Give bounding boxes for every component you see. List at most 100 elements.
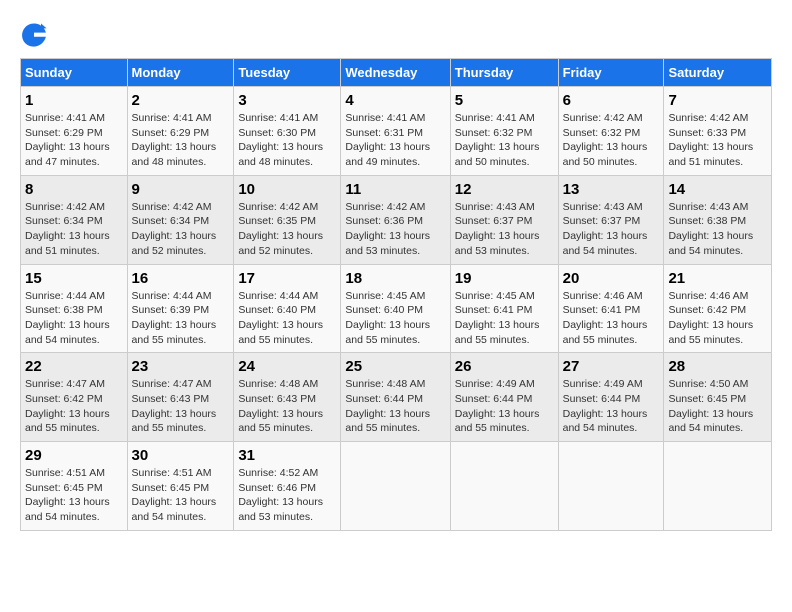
calendar-cell: 7 Sunrise: 4:42 AMSunset: 6:33 PMDaylight… bbox=[664, 87, 772, 176]
calendar-cell: 13 Sunrise: 4:43 AMSunset: 6:37 PMDayligh… bbox=[558, 175, 664, 264]
day-info: Sunrise: 4:42 AMSunset: 6:33 PMDaylight:… bbox=[668, 111, 767, 170]
calendar-cell: 5Sunrise: 4:41 AMSunset: 6:32 PMDaylight… bbox=[450, 87, 558, 176]
day-info: Sunrise: 4:47 AMSunset: 6:43 PMDaylight:… bbox=[132, 377, 230, 436]
calendar-cell: 26 Sunrise: 4:49 AMSunset: 6:44 PMDayligh… bbox=[450, 353, 558, 442]
day-info: Sunrise: 4:48 AMSunset: 6:43 PMDaylight:… bbox=[238, 377, 336, 436]
day-number: 30 bbox=[132, 447, 230, 464]
day-number: 15 bbox=[25, 270, 123, 287]
day-info: Sunrise: 4:42 AMSunset: 6:34 PMDaylight:… bbox=[25, 200, 123, 259]
day-info: Sunrise: 4:48 AMSunset: 6:44 PMDaylight:… bbox=[345, 377, 445, 436]
day-number: 21 bbox=[668, 270, 767, 287]
day-number: 24 bbox=[238, 358, 336, 375]
day-info: Sunrise: 4:45 AMSunset: 6:41 PMDaylight:… bbox=[455, 289, 554, 348]
day-info: Sunrise: 4:42 AMSunset: 6:32 PMDaylight:… bbox=[563, 111, 660, 170]
day-number: 2 bbox=[132, 92, 230, 109]
day-info: Sunrise: 4:42 AMSunset: 6:35 PMDaylight:… bbox=[238, 200, 336, 259]
day-info: Sunrise: 4:42 AMSunset: 6:34 PMDaylight:… bbox=[132, 200, 230, 259]
calendar-cell bbox=[664, 442, 772, 531]
day-number: 27 bbox=[563, 358, 660, 375]
day-number: 13 bbox=[563, 181, 660, 198]
logo bbox=[20, 20, 52, 48]
day-info: Sunrise: 4:49 AMSunset: 6:44 PMDaylight:… bbox=[563, 377, 660, 436]
calendar-cell: 21 Sunrise: 4:46 AMSunset: 6:42 PMDayligh… bbox=[664, 264, 772, 353]
day-info: Sunrise: 4:49 AMSunset: 6:44 PMDaylight:… bbox=[455, 377, 554, 436]
calendar-cell: 6 Sunrise: 4:42 AMSunset: 6:32 PMDaylight… bbox=[558, 87, 664, 176]
calendar-cell: 19 Sunrise: 4:45 AMSunset: 6:41 PMDayligh… bbox=[450, 264, 558, 353]
calendar-cell bbox=[341, 442, 450, 531]
day-number: 17 bbox=[238, 270, 336, 287]
day-info: Sunrise: 4:41 AMSunset: 6:32 PMDaylight:… bbox=[455, 111, 554, 170]
calendar-cell: 12 Sunrise: 4:43 AMSunset: 6:37 PMDayligh… bbox=[450, 175, 558, 264]
header-monday: Monday bbox=[127, 59, 234, 87]
header-tuesday: Tuesday bbox=[234, 59, 341, 87]
calendar-cell: 18 Sunrise: 4:45 AMSunset: 6:40 PMDayligh… bbox=[341, 264, 450, 353]
page-header bbox=[20, 20, 772, 48]
header-thursday: Thursday bbox=[450, 59, 558, 87]
day-number: 3 bbox=[238, 92, 336, 109]
calendar-cell: 17 Sunrise: 4:44 AMSunset: 6:40 PMDayligh… bbox=[234, 264, 341, 353]
day-info: Sunrise: 4:41 AMSunset: 6:31 PMDaylight:… bbox=[345, 111, 445, 170]
calendar-cell: 24 Sunrise: 4:48 AMSunset: 6:43 PMDayligh… bbox=[234, 353, 341, 442]
calendar-cell: 10Sunrise: 4:42 AMSunset: 6:35 PMDayligh… bbox=[234, 175, 341, 264]
calendar-table: SundayMondayTuesdayWednesdayThursdayFrid… bbox=[20, 58, 772, 531]
calendar-cell: 30 Sunrise: 4:51 AMSunset: 6:45 PMDayligh… bbox=[127, 442, 234, 531]
day-number: 14 bbox=[668, 181, 767, 198]
day-number: 18 bbox=[345, 270, 445, 287]
day-info: Sunrise: 4:41 AMSunset: 6:29 PMDaylight:… bbox=[25, 111, 123, 170]
calendar-cell: 3 Sunrise: 4:41 AMSunset: 6:30 PMDaylight… bbox=[234, 87, 341, 176]
calendar-week-5: 29 Sunrise: 4:51 AMSunset: 6:45 PMDayligh… bbox=[21, 442, 772, 531]
day-number: 25 bbox=[345, 358, 445, 375]
day-info: Sunrise: 4:50 AMSunset: 6:45 PMDaylight:… bbox=[668, 377, 767, 436]
day-number: 19 bbox=[455, 270, 554, 287]
calendar-cell: 27 Sunrise: 4:49 AMSunset: 6:44 PMDayligh… bbox=[558, 353, 664, 442]
calendar-cell bbox=[558, 442, 664, 531]
calendar-cell: 9 Sunrise: 4:42 AMSunset: 6:34 PMDaylight… bbox=[127, 175, 234, 264]
day-info: Sunrise: 4:47 AMSunset: 6:42 PMDaylight:… bbox=[25, 377, 123, 436]
day-number: 9 bbox=[132, 181, 230, 198]
day-number: 7 bbox=[668, 92, 767, 109]
day-info: Sunrise: 4:46 AMSunset: 6:41 PMDaylight:… bbox=[563, 289, 660, 348]
day-info: Sunrise: 4:43 AMSunset: 6:37 PMDaylight:… bbox=[455, 200, 554, 259]
header-saturday: Saturday bbox=[664, 59, 772, 87]
day-number: 6 bbox=[563, 92, 660, 109]
day-info: Sunrise: 4:42 AMSunset: 6:36 PMDaylight:… bbox=[345, 200, 445, 259]
calendar-week-3: 15Sunrise: 4:44 AMSunset: 6:38 PMDayligh… bbox=[21, 264, 772, 353]
day-number: 12 bbox=[455, 181, 554, 198]
calendar-cell: 22 Sunrise: 4:47 AMSunset: 6:42 PMDayligh… bbox=[21, 353, 128, 442]
header-friday: Friday bbox=[558, 59, 664, 87]
day-number: 29 bbox=[25, 447, 123, 464]
day-info: Sunrise: 4:51 AMSunset: 6:45 PMDaylight:… bbox=[132, 466, 230, 525]
day-number: 16 bbox=[132, 270, 230, 287]
day-info: Sunrise: 4:44 AMSunset: 6:40 PMDaylight:… bbox=[238, 289, 336, 348]
calendar-cell: 31Sunrise: 4:52 AMSunset: 6:46 PMDayligh… bbox=[234, 442, 341, 531]
day-number: 8 bbox=[25, 181, 123, 198]
day-info: Sunrise: 4:41 AMSunset: 6:30 PMDaylight:… bbox=[238, 111, 336, 170]
day-info: Sunrise: 4:43 AMSunset: 6:37 PMDaylight:… bbox=[563, 200, 660, 259]
calendar-cell bbox=[450, 442, 558, 531]
calendar-week-2: 8 Sunrise: 4:42 AMSunset: 6:34 PMDaylight… bbox=[21, 175, 772, 264]
day-number: 28 bbox=[668, 358, 767, 375]
header-sunday: Sunday bbox=[21, 59, 128, 87]
calendar-week-1: 1Sunrise: 4:41 AMSunset: 6:29 PMDaylight… bbox=[21, 87, 772, 176]
calendar-cell: 29 Sunrise: 4:51 AMSunset: 6:45 PMDayligh… bbox=[21, 442, 128, 531]
calendar-cell: 25 Sunrise: 4:48 AMSunset: 6:44 PMDayligh… bbox=[341, 353, 450, 442]
calendar-cell: 28 Sunrise: 4:50 AMSunset: 6:45 PMDayligh… bbox=[664, 353, 772, 442]
day-number: 22 bbox=[25, 358, 123, 375]
day-number: 4 bbox=[345, 92, 445, 109]
calendar-week-4: 22 Sunrise: 4:47 AMSunset: 6:42 PMDayligh… bbox=[21, 353, 772, 442]
day-info: Sunrise: 4:46 AMSunset: 6:42 PMDaylight:… bbox=[668, 289, 767, 348]
day-info: Sunrise: 4:43 AMSunset: 6:38 PMDaylight:… bbox=[668, 200, 767, 259]
header-wednesday: Wednesday bbox=[341, 59, 450, 87]
calendar-cell: 4 Sunrise: 4:41 AMSunset: 6:31 PMDaylight… bbox=[341, 87, 450, 176]
day-info: Sunrise: 4:51 AMSunset: 6:45 PMDaylight:… bbox=[25, 466, 123, 525]
day-number: 26 bbox=[455, 358, 554, 375]
calendar-cell: 2 Sunrise: 4:41 AMSunset: 6:29 PMDaylight… bbox=[127, 87, 234, 176]
calendar-cell: 16Sunrise: 4:44 AMSunset: 6:39 PMDayligh… bbox=[127, 264, 234, 353]
calendar-cell: 20 Sunrise: 4:46 AMSunset: 6:41 PMDayligh… bbox=[558, 264, 664, 353]
day-info: Sunrise: 4:41 AMSunset: 6:29 PMDaylight:… bbox=[132, 111, 230, 170]
calendar-cell: 1Sunrise: 4:41 AMSunset: 6:29 PMDaylight… bbox=[21, 87, 128, 176]
day-number: 23 bbox=[132, 358, 230, 375]
day-info: Sunrise: 4:45 AMSunset: 6:40 PMDaylight:… bbox=[345, 289, 445, 348]
day-number: 20 bbox=[563, 270, 660, 287]
calendar-cell: 14 Sunrise: 4:43 AMSunset: 6:38 PMDayligh… bbox=[664, 175, 772, 264]
